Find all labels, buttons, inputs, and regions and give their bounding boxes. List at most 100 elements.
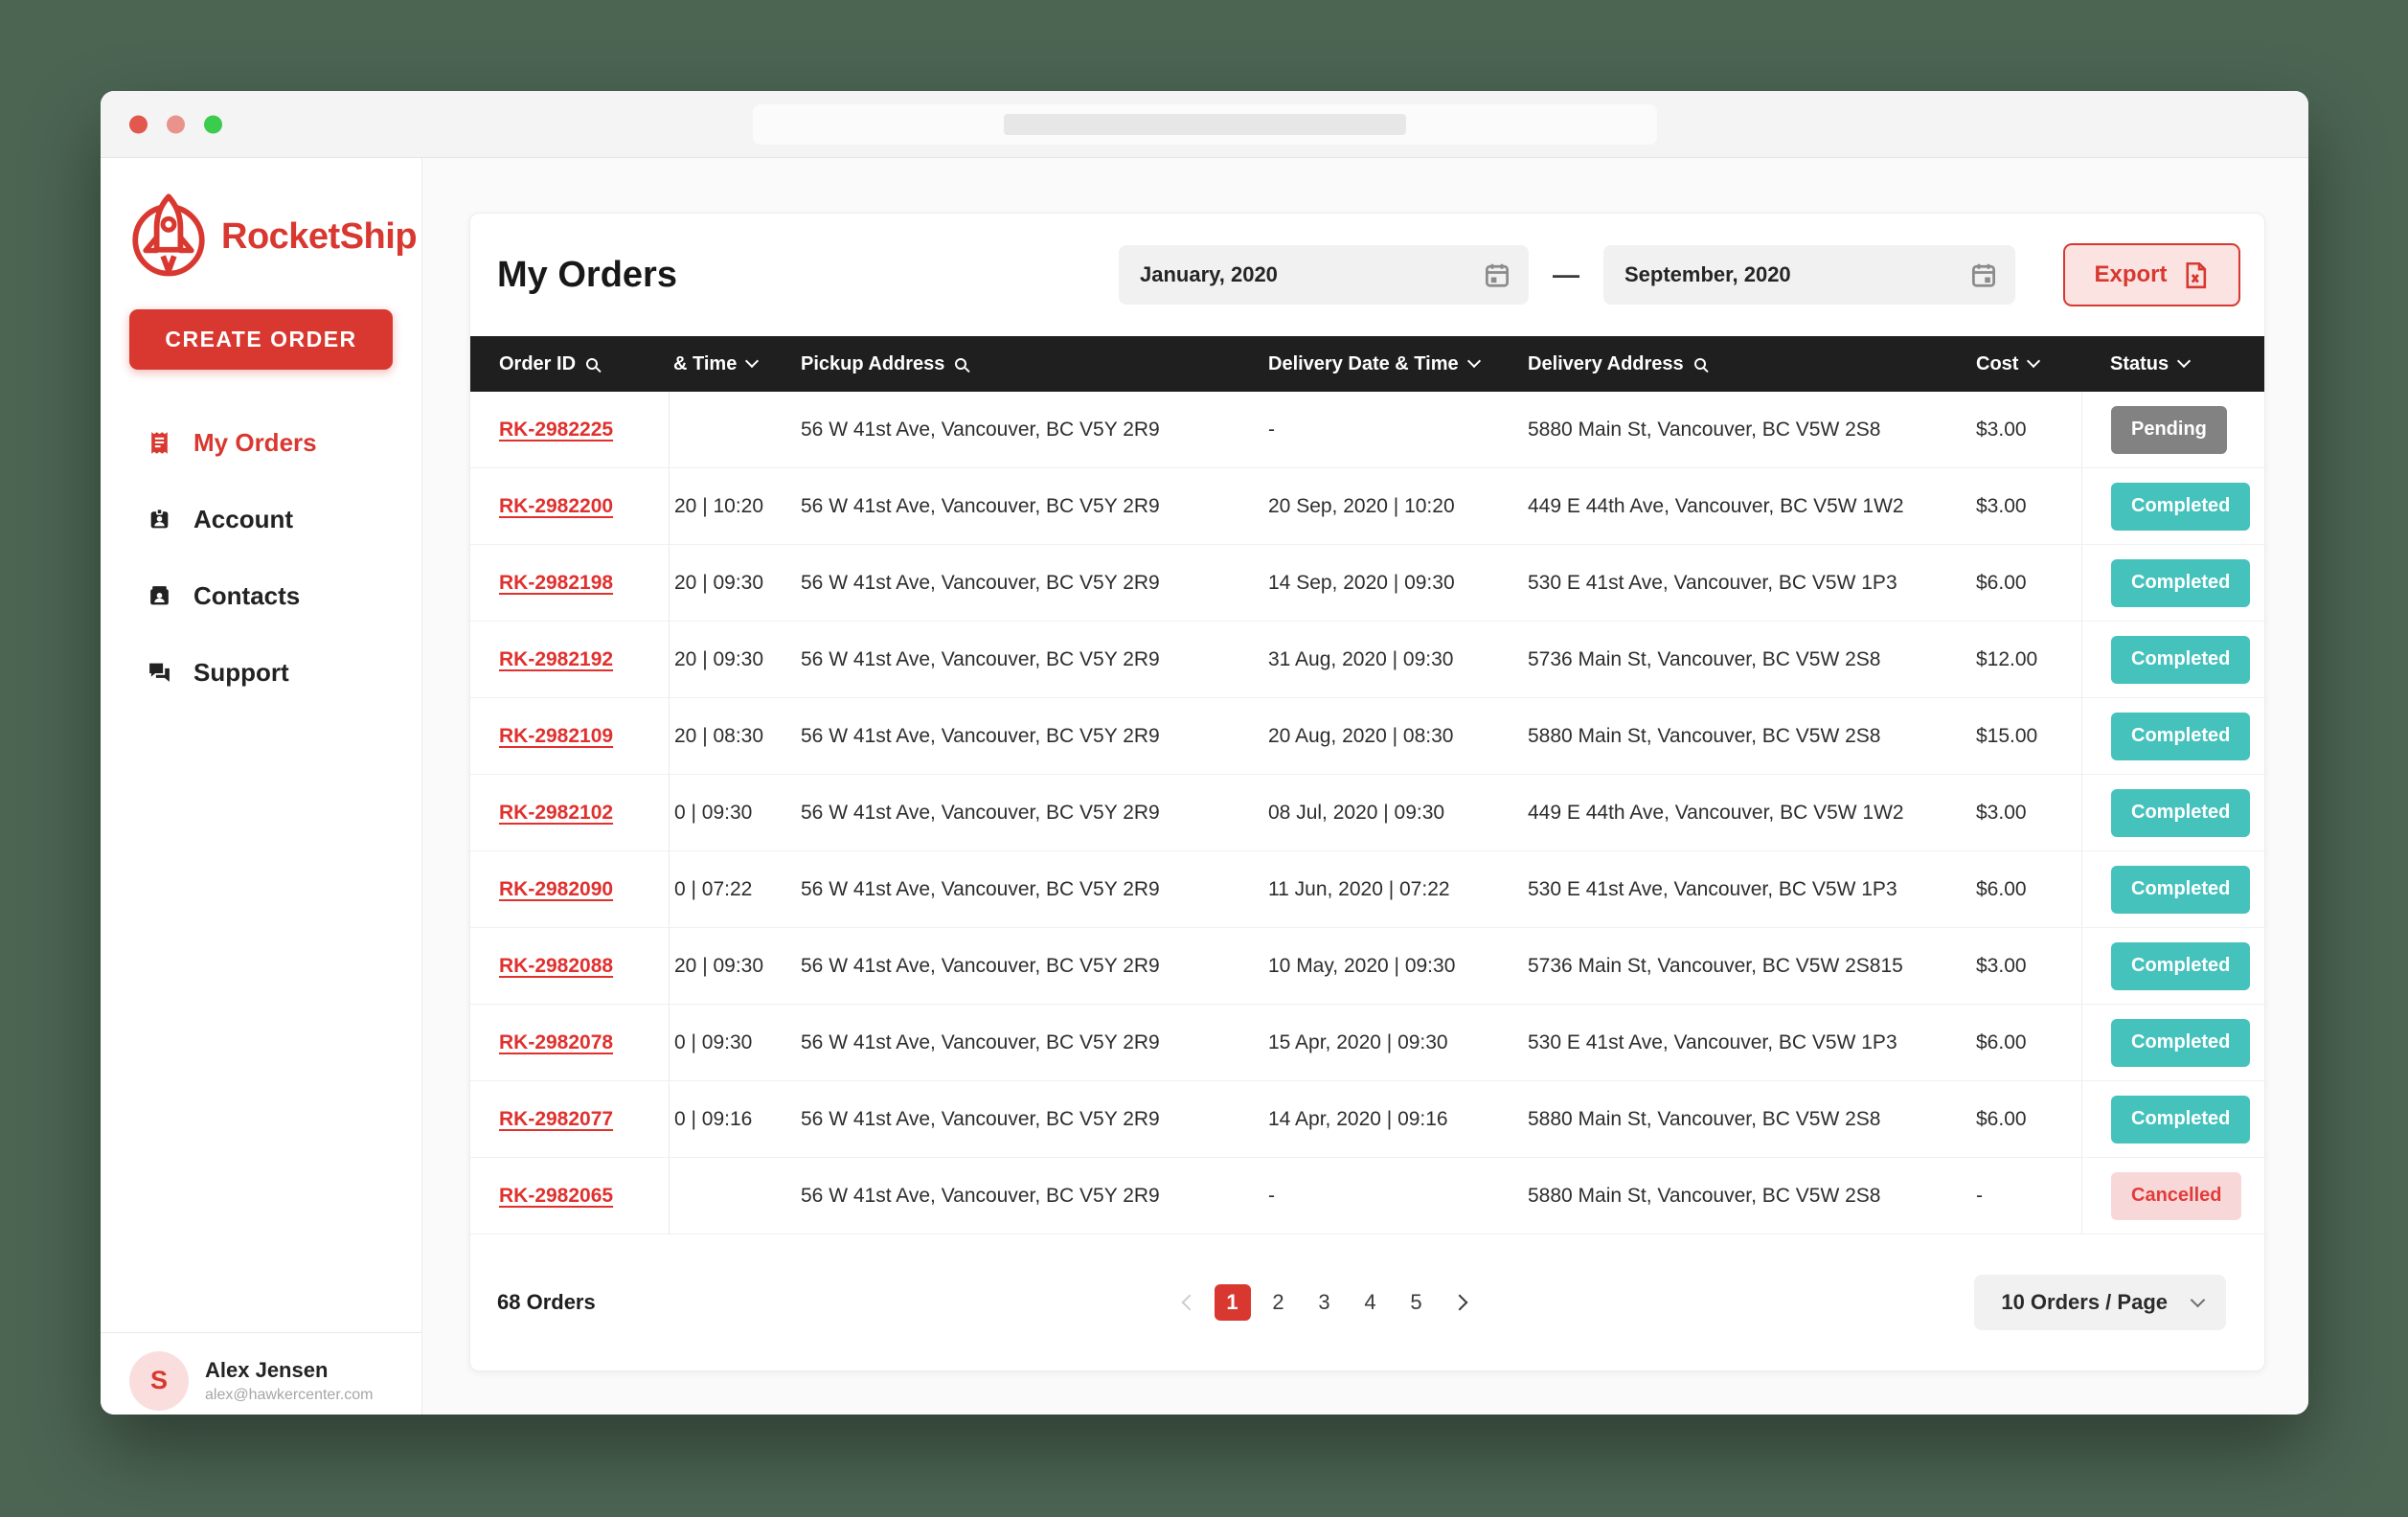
table-row: RK-2982198 20 | 09:30 56 W 41st Ave, Vanco… <box>470 545 2264 622</box>
order-id-link[interactable]: RK-2982088 <box>499 955 613 978</box>
delivery-datetime-cell: 10 May, 2020 | 09:30 <box>1268 954 1456 977</box>
delivery-address-cell: 5880 Main St, Vancouver, BC V5W 2S8 <box>1528 1184 1881 1207</box>
pickup-datetime-cell: 0 | 09:30 <box>669 775 796 850</box>
status-cell: Cancelled <box>2081 1158 2264 1234</box>
page-button-4[interactable]: 4 <box>1352 1284 1389 1321</box>
date-to-picker[interactable]: September, 2020 <box>1603 245 2015 305</box>
status-badge: Completed <box>2111 1095 2251 1143</box>
search-icon <box>1693 358 1706 370</box>
status-cell: Completed <box>2081 775 2264 850</box>
delivery-datetime-cell: - <box>1268 418 1275 441</box>
table-body: RK-2982225 56 W 41st Ave, Vancouver, BC V… <box>470 392 2264 1234</box>
date-from-picker[interactable]: January, 2020 <box>1119 245 1529 305</box>
column-header-order-id[interactable]: Order ID <box>470 353 669 375</box>
status-cell: Completed <box>2081 545 2264 621</box>
column-header-delivery-address[interactable]: Delivery Address <box>1524 353 1969 375</box>
cost-cell: $6.00 <box>1976 1030 2027 1053</box>
status-cell: Completed <box>2081 622 2264 697</box>
status-badge: Completed <box>2111 558 2251 607</box>
column-header-cost[interactable]: Cost <box>1969 353 2081 375</box>
status-badge: Completed <box>2111 941 2251 990</box>
address-bar-placeholder <box>1003 113 1406 135</box>
column-header-status[interactable]: Status <box>2081 353 2264 375</box>
export-button[interactable]: Export <box>2063 243 2240 306</box>
orders-card: My Orders January, 2020 — September, 202… <box>469 213 2265 1371</box>
zoom-window-button[interactable] <box>204 115 222 133</box>
badge-icon <box>147 507 172 532</box>
sidebar-item-label: Account <box>193 504 293 533</box>
pickup-address-cell: 56 W 41st Ave, Vancouver, BC V5Y 2R9 <box>801 1030 1160 1053</box>
pickup-datetime-cell: 20 | 09:30 <box>669 622 796 697</box>
cost-cell: $15.00 <box>1976 724 2038 747</box>
sidebar-item-contacts[interactable]: Contacts <box>101 557 421 634</box>
delivery-datetime-cell: 20 Sep, 2020 | 10:20 <box>1268 494 1455 517</box>
status-cell: Completed <box>2081 1081 2264 1157</box>
pickup-datetime-cell <box>669 1158 796 1234</box>
order-id-link[interactable]: RK-2982225 <box>499 419 613 442</box>
pickup-datetime-cell: 20 | 09:30 <box>669 545 796 621</box>
order-id-link[interactable]: RK-2982200 <box>499 495 613 518</box>
order-id-link[interactable]: RK-2982077 <box>499 1108 613 1131</box>
column-label: Delivery Date & Time <box>1268 352 1459 374</box>
order-id-link[interactable]: RK-2982192 <box>499 648 613 671</box>
page-button-1[interactable]: 1 <box>1214 1284 1251 1321</box>
sidebar-item-label: Support <box>193 657 289 687</box>
chevron-down-icon <box>745 353 760 369</box>
pickup-datetime-cell: 0 | 09:30 <box>669 1005 796 1080</box>
sidebar-item-support[interactable]: Support <box>101 634 421 711</box>
close-window-button[interactable] <box>129 115 148 133</box>
cost-cell: $6.00 <box>1976 1107 2027 1130</box>
calendar-icon <box>1486 263 1509 287</box>
pickup-address-cell: 56 W 41st Ave, Vancouver, BC V5Y 2R9 <box>801 1184 1160 1207</box>
column-header-delivery-date-time[interactable]: Delivery Date & Time <box>1265 353 1524 375</box>
column-header-time[interactable]: & Time <box>669 353 796 375</box>
delivery-datetime-cell: - <box>1268 1184 1275 1207</box>
page-button-2[interactable]: 2 <box>1261 1284 1297 1321</box>
chevron-right-icon <box>1451 1294 1467 1311</box>
prev-page-button[interactable] <box>1169 1284 1205 1321</box>
chevron-down-icon <box>2177 353 2192 369</box>
delivery-address-cell: 5880 Main St, Vancouver, BC V5W 2S8 <box>1528 418 1881 441</box>
column-label: Cost <box>1976 352 2019 374</box>
order-id-cell: RK-2982198 <box>470 545 669 621</box>
delivery-datetime-cell: 20 Aug, 2020 | 08:30 <box>1268 724 1454 747</box>
column-header-pickup-address[interactable]: Pickup Address <box>796 353 1265 375</box>
create-order-button[interactable]: CREATE ORDER <box>129 309 393 370</box>
pickup-address-cell: 56 W 41st Ave, Vancouver, BC V5Y 2R9 <box>801 801 1160 824</box>
order-id-link[interactable]: RK-2982078 <box>499 1031 613 1054</box>
search-icon <box>955 358 967 370</box>
order-id-link[interactable]: RK-2982102 <box>499 802 613 825</box>
minimize-window-button[interactable] <box>167 115 185 133</box>
sidebar-item-label: Contacts <box>193 580 301 610</box>
order-id-link[interactable]: RK-2982090 <box>499 878 613 901</box>
calendar-icon <box>1972 263 1995 287</box>
per-page-value: 10 Orders / Page <box>2001 1290 2168 1314</box>
user-profile[interactable]: S Alex Jensen alex@hawkercenter.com <box>101 1332 421 1415</box>
order-id-cell: RK-2982225 <box>470 392 669 467</box>
delivery-datetime-cell: 14 Sep, 2020 | 09:30 <box>1268 571 1455 594</box>
chevron-down-icon <box>2027 353 2041 369</box>
delivery-address-cell: 5736 Main St, Vancouver, BC V5W 2S8 <box>1528 647 1881 670</box>
order-id-link[interactable]: RK-2982198 <box>499 572 613 595</box>
next-page-button[interactable] <box>1444 1284 1481 1321</box>
page-button-5[interactable]: 5 <box>1398 1284 1435 1321</box>
table-header-row: Order ID & Time Pickup Address Delivery Dat… <box>470 336 2264 392</box>
table-row: RK-2982088 20 | 09:30 56 W 41st Ave, Vanco… <box>470 928 2264 1005</box>
date-range-separator: — <box>1553 260 1579 289</box>
delivery-address-cell: 449 E 44th Ave, Vancouver, BC V5W 1W2 <box>1528 801 1904 824</box>
order-id-link[interactable]: RK-2982065 <box>499 1185 613 1208</box>
per-page-select[interactable]: 10 Orders / Page <box>1974 1275 2226 1330</box>
content-area: My Orders January, 2020 — September, 202… <box>422 158 2308 1415</box>
sidebar-item-account[interactable]: Account <box>101 481 421 557</box>
page-button-3[interactable]: 3 <box>1306 1284 1343 1321</box>
sidebar-item-my-orders[interactable]: My Orders <box>101 404 421 481</box>
cost-cell: $6.00 <box>1976 571 2027 594</box>
order-id-link[interactable]: RK-2982109 <box>499 725 613 748</box>
window-titlebar <box>101 91 2308 158</box>
delivery-address-cell: 5736 Main St, Vancouver, BC V5W 2S815 <box>1528 954 1903 977</box>
cost-cell: $3.00 <box>1976 801 2027 824</box>
order-id-cell: RK-2982200 <box>470 468 669 544</box>
order-id-cell: RK-2982090 <box>470 851 669 927</box>
table-row: RK-2982225 56 W 41st Ave, Vancouver, BC V… <box>470 392 2264 468</box>
user-name: Alex Jensen <box>205 1357 329 1382</box>
